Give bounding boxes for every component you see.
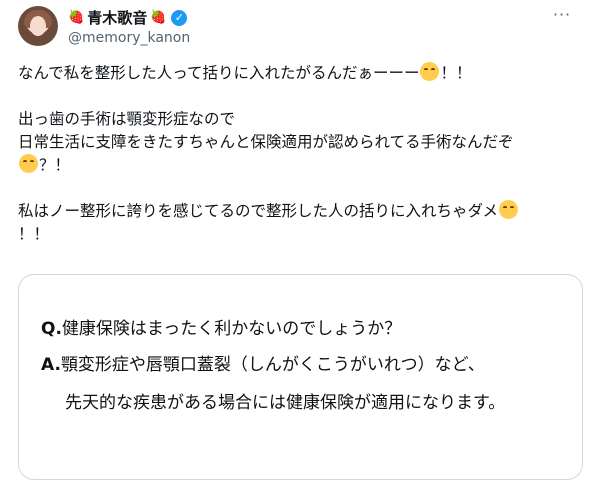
tweet-line-text: ？！ bbox=[39, 156, 71, 174]
avatar[interactable] bbox=[18, 6, 58, 46]
tweet-line: 出っ歯の手術は顎変形症なので bbox=[18, 110, 236, 128]
strawberry-icon: 🍓 bbox=[150, 10, 167, 25]
tweet-line: ？！ bbox=[18, 154, 578, 177]
avatar-face bbox=[30, 16, 46, 36]
tweet-text: なんで私を整形した人って括りに入れたがるんだぁーーー ！！ 出っ歯の手術は顎変形症… bbox=[18, 62, 578, 246]
tweet-line-text: 私はノー整形に誇りを感じてるので整形した人の括りに入れちゃダメ bbox=[18, 202, 499, 220]
card-answer: A.顎変形症や唇顎口蓋裂（しんがくこうがいれつ）など、 bbox=[41, 353, 485, 377]
tweet-line: 日常生活に支障をきたすちゃんと保険適用が認められてる手術なんだぞ bbox=[18, 133, 514, 151]
tweet-line: なんで私を整形した人って括りに入れたがるんだぁーーー ！！ bbox=[18, 62, 578, 85]
display-name-row[interactable]: 🍓 青木歌音 🍓 ✓ bbox=[68, 8, 188, 28]
attached-image-card[interactable]: Q.健康保険はまったく利かないのでしょうか？ A.顎変形症や唇顎口蓋裂（しんがく… bbox=[18, 274, 583, 480]
card-question: Q.健康保険はまったく利かないのでしょうか？ bbox=[41, 317, 401, 341]
tweet-line: ！！ bbox=[18, 225, 50, 243]
face-with-steam-icon bbox=[499, 200, 519, 219]
question-prefix: Q. bbox=[41, 319, 62, 339]
answer-prefix: A. bbox=[41, 355, 61, 375]
question-text: 健康保険はまったく利かないのでしょうか？ bbox=[61, 319, 402, 339]
display-name[interactable]: 青木歌音 bbox=[87, 8, 147, 28]
more-options-button[interactable]: ··· bbox=[550, 7, 574, 28]
face-with-steam-icon bbox=[420, 62, 440, 81]
strawberry-icon: 🍓 bbox=[68, 10, 85, 25]
card-answer-continued: 先天的な疾患がある場合には健康保険が適用になります。 bbox=[65, 393, 506, 413]
tweet-line: 私はノー整形に誇りを感じてるので整形した人の括りに入れちゃダメ bbox=[18, 200, 578, 223]
tweet-line-text: ！！ bbox=[440, 64, 472, 82]
answer-text: 顎変形症や唇顎口蓋裂（しんがくこうがいれつ）など、 bbox=[60, 355, 485, 375]
face-with-steam-icon bbox=[19, 154, 38, 173]
tweet-line-text: なんで私を整形した人って括りに入れたがるんだぁーーー bbox=[18, 64, 420, 82]
user-handle[interactable]: @memory_kanon bbox=[68, 29, 190, 47]
tweet-header: 🍓 青木歌音 🍓 ✓ @memory_kanon ··· bbox=[18, 6, 578, 50]
verified-badge-icon: ✓ bbox=[171, 10, 188, 26]
